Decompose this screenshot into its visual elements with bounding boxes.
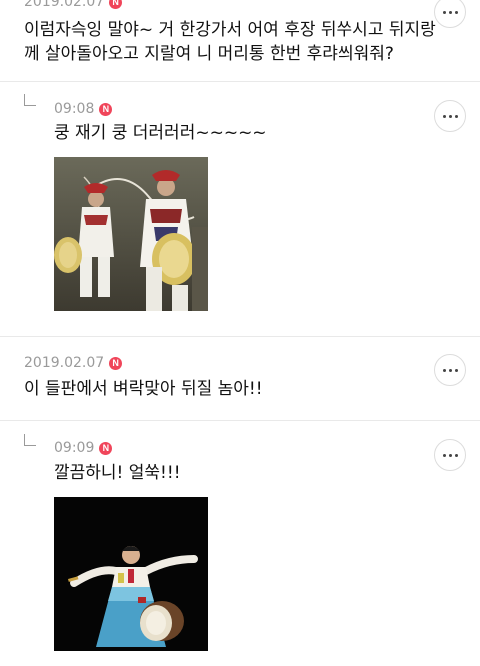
comment-text: 이 들판에서 벼락맞아 뒤질 놈아!! <box>24 379 263 399</box>
comment-date: 2019.02.07 <box>24 0 105 10</box>
new-badge: N <box>109 0 123 9</box>
comment-meta: 09:08 N <box>54 101 113 117</box>
more-dots-icon <box>442 368 446 372</box>
comment-text: 깔끔하니! 얼쑥!!! <box>54 463 181 483</box>
more-options-button[interactable] <box>434 100 466 132</box>
comment-text: 쿵 재기 쿵 더러러러~~~~~ <box>54 123 267 143</box>
new-badge: N <box>99 102 113 116</box>
divider <box>0 81 480 82</box>
new-badge: N <box>99 441 113 455</box>
stage-dancer-photo <box>54 497 208 651</box>
comment-time: 09:09 <box>54 440 95 456</box>
comment-meta: 2019.02.07 N <box>24 355 123 371</box>
more-options-button[interactable] <box>434 0 466 28</box>
comment-meta: 2019.02.07 N <box>24 0 123 10</box>
more-dots-icon <box>442 10 446 14</box>
reply-arrow-icon <box>24 434 36 446</box>
more-dots-icon <box>442 114 446 118</box>
more-options-button[interactable] <box>434 439 466 471</box>
divider <box>0 336 480 337</box>
comment-meta: 09:09 N <box>54 440 113 456</box>
comment-image[interactable] <box>54 157 208 311</box>
reply-arrow-icon <box>24 94 36 106</box>
comment-text-line-1: 이럼자슥잉 말야~ 거 한강가서 어여 후장 뒤쑤시고 뒤지랑 <box>24 20 436 40</box>
comment-date: 2019.02.07 <box>24 355 105 371</box>
more-dots-icon <box>442 453 446 457</box>
divider <box>0 420 480 421</box>
more-options-button[interactable] <box>434 354 466 386</box>
comment-text-line-2: 께 살아돌아오고 지랄여 니 머리통 한번 후랴씌워줘? <box>24 44 394 64</box>
comment-time: 09:08 <box>54 101 95 117</box>
new-badge: N <box>109 356 123 370</box>
comment-image[interactable] <box>54 497 208 651</box>
dancers-drum-photo <box>54 157 208 311</box>
